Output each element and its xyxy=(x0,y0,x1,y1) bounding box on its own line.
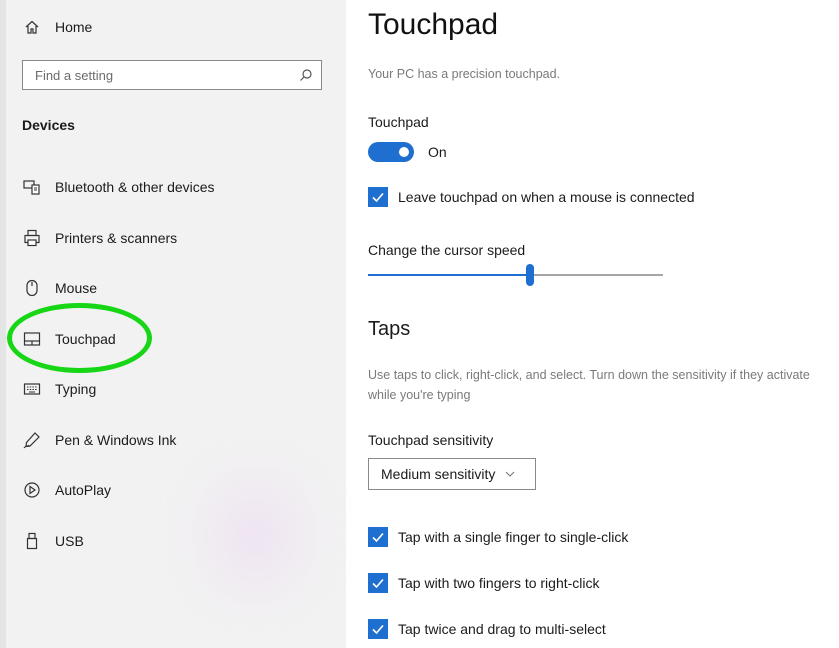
sensitivity-label: Touchpad sensitivity xyxy=(368,432,494,448)
sidebar-item-label: Home xyxy=(55,19,93,35)
leave-touchpad-on-checkbox[interactable] xyxy=(368,187,388,207)
search-box xyxy=(22,60,322,90)
checkmark-icon xyxy=(372,624,384,635)
home-icon xyxy=(22,17,42,37)
pen-icon xyxy=(22,430,42,450)
checkmark-icon xyxy=(372,578,384,589)
sidebar-item-label: Touchpad xyxy=(55,331,116,347)
sidebar-item-typing[interactable]: Typing xyxy=(22,376,96,402)
sidebar-item-bluetooth[interactable]: Bluetooth & other devices xyxy=(22,174,215,200)
tap-single-finger-checkbox[interactable] xyxy=(368,527,388,547)
slider-track-filled xyxy=(368,274,530,276)
printer-icon xyxy=(22,228,42,248)
slider-thumb[interactable] xyxy=(526,264,534,286)
page-title: Touchpad xyxy=(368,8,499,41)
keyboard-icon xyxy=(22,379,42,399)
checkmark-icon xyxy=(372,192,384,203)
sidebar-item-printers[interactable]: Printers & scanners xyxy=(22,225,177,251)
sidebar-item-autoplay[interactable]: AutoPlay xyxy=(22,477,111,503)
sidebar-item-label: Bluetooth & other devices xyxy=(55,179,215,195)
tap-two-fingers-label: Tap with two fingers to right-click xyxy=(398,575,600,591)
mouse-icon xyxy=(22,278,42,298)
search-input[interactable] xyxy=(35,62,295,88)
autoplay-icon xyxy=(22,480,42,500)
main-content: Touchpad Your PC has a precision touchpa… xyxy=(346,0,839,648)
sidebar-item-label: AutoPlay xyxy=(55,482,112,498)
sidebar-item-label: Typing xyxy=(55,381,97,397)
tap-twice-drag-label: Tap twice and drag to multi-select xyxy=(398,621,606,637)
tap-two-fingers-row[interactable]: Tap with two fingers to right-click xyxy=(368,573,600,593)
bluetooth-devices-icon xyxy=(22,177,42,197)
sidebar-item-label: Printers & scanners xyxy=(55,230,178,246)
leave-touchpad-on-checkbox-row[interactable]: Leave touchpad on when a mouse is connec… xyxy=(368,187,695,207)
toggle-knob xyxy=(399,147,409,157)
sidebar-item-touchpad[interactable]: Touchpad xyxy=(22,326,116,352)
tap-twice-drag-checkbox[interactable] xyxy=(368,619,388,639)
sidebar-section-title: Devices xyxy=(22,117,75,133)
sidebar-item-mouse[interactable]: Mouse xyxy=(22,275,97,301)
cursor-speed-slider[interactable] xyxy=(368,264,663,286)
tap-two-fingers-checkbox[interactable] xyxy=(368,573,388,593)
sidebar-edge xyxy=(0,0,6,648)
page-subtitle: Your PC has a precision touchpad. xyxy=(368,67,561,81)
toggle-state-label: On xyxy=(428,144,447,160)
touchpad-toggle-label: Touchpad xyxy=(368,114,429,130)
cursor-speed-label: Change the cursor speed xyxy=(368,242,526,258)
chevron-down-icon xyxy=(505,469,515,479)
slider-track-empty xyxy=(530,274,663,276)
tap-single-finger-label: Tap with a single finger to single-click xyxy=(398,529,629,545)
search-icon[interactable] xyxy=(299,68,313,82)
touchpad-toggle[interactable] xyxy=(368,142,414,162)
taps-description: Use taps to click, right-click, and sele… xyxy=(368,368,810,402)
taps-heading: Taps xyxy=(368,318,411,340)
sidebar-item-usb[interactable]: USB xyxy=(22,528,84,554)
sidebar-item-pen[interactable]: Pen & Windows Ink xyxy=(22,427,176,453)
background-glow xyxy=(210,480,300,590)
tap-single-finger-row[interactable]: Tap with a single finger to single-click xyxy=(368,527,628,547)
leave-touchpad-on-label: Leave touchpad on when a mouse is connec… xyxy=(398,189,695,205)
touchpad-icon xyxy=(22,329,42,349)
sensitivity-dropdown[interactable]: Medium sensitivity xyxy=(368,458,536,490)
sidebar: Home Devices Bluetooth & other devices P… xyxy=(0,0,346,648)
sidebar-item-label: Pen & Windows Ink xyxy=(55,432,177,448)
usb-icon xyxy=(22,531,42,551)
sidebar-item-home[interactable]: Home xyxy=(22,14,92,40)
sensitivity-value: Medium sensitivity xyxy=(381,466,496,482)
checkmark-icon xyxy=(372,532,384,543)
sidebar-item-label: Mouse xyxy=(55,280,98,296)
sidebar-item-label: USB xyxy=(55,533,84,549)
tap-twice-drag-row[interactable]: Tap twice and drag to multi-select xyxy=(368,619,606,639)
